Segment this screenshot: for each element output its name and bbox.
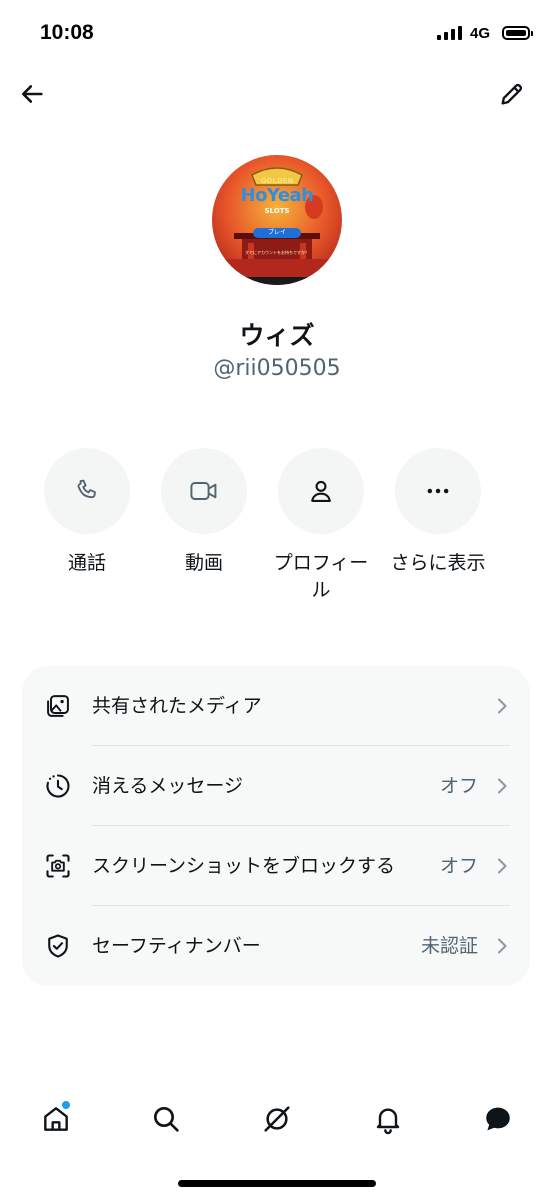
- call-button[interactable]: [44, 448, 130, 534]
- call-action[interactable]: 通話: [27, 448, 147, 577]
- user-handle: @rii050505: [213, 356, 341, 381]
- setting-shared-media[interactable]: 共有されたメディア: [22, 666, 530, 746]
- video-camera-icon: [190, 482, 217, 500]
- setting-value: オフ: [439, 775, 478, 797]
- setting-label: 共有されたメディア: [92, 695, 262, 717]
- battery-icon: [502, 26, 533, 40]
- tab-notifications[interactable]: [366, 1097, 410, 1141]
- setting-block-screenshots[interactable]: スクリーンショットをブロックする オフ: [22, 826, 530, 906]
- status-indicators: 4G: [436, 22, 533, 44]
- avatar-title-top: GOLDEN: [260, 177, 294, 185]
- timer-icon: [44, 772, 72, 800]
- profile-label: プロフィール: [273, 552, 369, 601]
- messages-icon: [486, 1107, 510, 1131]
- pencil-icon: [501, 83, 523, 105]
- person-icon: [311, 480, 331, 502]
- avatar-image: [212, 155, 342, 285]
- video-label: 動画: [184, 552, 223, 574]
- avatar[interactable]: GOLDEN HoYeah SLOTS プレイ すでにアカウントをお持ちですか？: [212, 155, 342, 285]
- shield-check-icon: [44, 932, 72, 960]
- video-action[interactable]: 動画: [144, 448, 264, 577]
- chevron-right-icon: [498, 938, 507, 954]
- screenshot-block-icon: [44, 852, 72, 880]
- chevron-right-icon: [498, 778, 507, 794]
- profile-action[interactable]: プロフィール: [261, 448, 381, 604]
- home-indicator: [178, 1180, 376, 1187]
- grok-icon: [264, 1106, 290, 1132]
- avatar-title-main: HoYeah: [240, 185, 314, 206]
- tab-messages[interactable]: [476, 1097, 520, 1141]
- network-label: 4G: [469, 24, 490, 42]
- tab-grok[interactable]: [255, 1097, 299, 1141]
- tab-search[interactable]: [144, 1097, 188, 1141]
- video-button[interactable]: [161, 448, 247, 534]
- shared-media-icon: [44, 692, 72, 720]
- display-name: ウィズ: [239, 321, 315, 350]
- avatar-footer-text: すでにアカウントをお持ちですか？: [244, 250, 310, 255]
- setting-disappearing-messages[interactable]: 消えるメッセージ オフ: [22, 746, 530, 826]
- phone-icon: [77, 479, 96, 499]
- arrow-left-icon: [21, 85, 43, 103]
- action-buttons: 通話 動画 プロフィール さらに表示: [42, 448, 512, 608]
- avatar-play-button: プレイ: [253, 228, 301, 238]
- bottom-tab-bar: [0, 1085, 554, 1155]
- profile-button[interactable]: [278, 448, 364, 534]
- notifications-icon: [376, 1108, 400, 1135]
- more-button[interactable]: [395, 448, 481, 534]
- search-icon: [154, 1107, 179, 1132]
- status-bar: 10:08 4G: [0, 0, 554, 66]
- status-time: 10:08: [40, 21, 94, 44]
- more-label: さらに表示: [390, 552, 486, 574]
- setting-value: 未認証: [420, 935, 478, 957]
- home-notification-dot: [62, 1101, 70, 1109]
- avatar-title-sub: SLOTS: [264, 207, 290, 215]
- conversation-settings: 共有されたメディア 消えるメッセージ オフ スクリーンショットをブロックする オ…: [22, 666, 530, 986]
- more-action[interactable]: さらに表示: [378, 448, 498, 577]
- chevron-right-icon: [498, 698, 507, 714]
- setting-safety-number[interactable]: セーフティナンバー 未認証: [22, 906, 530, 986]
- setting-label: 消えるメッセージ: [92, 775, 244, 797]
- chevron-right-icon: [498, 858, 507, 874]
- setting-label: スクリーンショットをブロックする: [92, 855, 396, 877]
- back-button[interactable]: [10, 72, 54, 116]
- tab-home[interactable]: [34, 1097, 78, 1141]
- more-dots-icon: [427, 488, 449, 494]
- signal-icon: [436, 26, 462, 40]
- call-label: 通話: [67, 552, 106, 574]
- edit-button[interactable]: [490, 72, 534, 116]
- setting-label: セーフティナンバー: [92, 935, 261, 957]
- setting-value: オフ: [439, 855, 478, 877]
